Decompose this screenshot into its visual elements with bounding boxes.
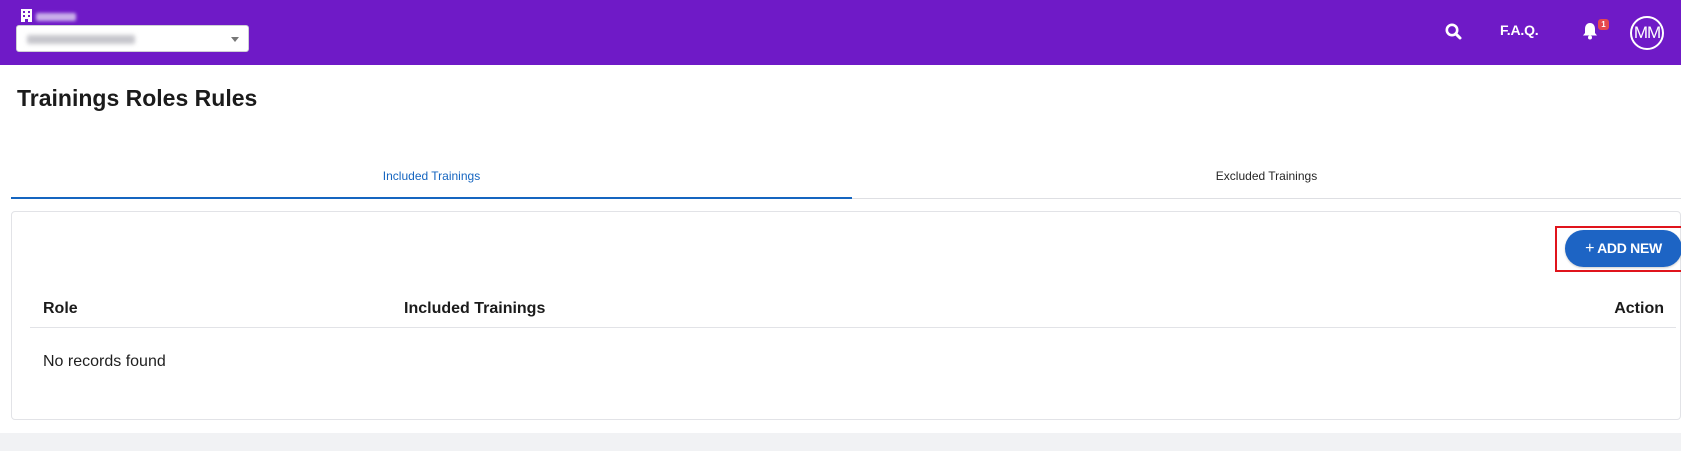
- org-selector[interactable]: [16, 25, 249, 52]
- bell-icon[interactable]: [1580, 21, 1600, 41]
- notification-badge: 1: [1598, 19, 1609, 30]
- avatar[interactable]: MM: [1630, 16, 1664, 50]
- add-new-label: ADD NEW: [1597, 240, 1662, 256]
- building-icon: [20, 9, 33, 22]
- org-selector-value: [27, 35, 135, 44]
- main-content: Trainings Roles Rules Included Trainings…: [0, 65, 1681, 433]
- faq-link[interactable]: F.A.Q.: [1500, 22, 1539, 38]
- chevron-down-icon: [231, 37, 239, 42]
- rules-card: + ADD NEW Role Included Trainings Action …: [11, 211, 1681, 420]
- page-footer-area: [0, 433, 1681, 451]
- column-header-role[interactable]: Role: [43, 300, 78, 318]
- add-new-button[interactable]: + ADD NEW: [1565, 230, 1681, 267]
- empty-state-text: No records found: [43, 353, 166, 370]
- search-icon[interactable]: [1444, 22, 1464, 42]
- tab-included-trainings[interactable]: Included Trainings: [11, 160, 852, 199]
- top-bar: F.A.Q. 1 MM: [0, 0, 1681, 65]
- column-header-included-trainings[interactable]: Included Trainings: [404, 300, 545, 318]
- table-header: Role Included Trainings Action: [30, 292, 1676, 328]
- plus-icon: +: [1585, 240, 1595, 257]
- tab-excluded-trainings[interactable]: Excluded Trainings: [852, 160, 1681, 199]
- column-header-action: Action: [1614, 300, 1664, 317]
- tab-bar: Included Trainings Excluded Trainings: [11, 160, 1681, 199]
- page-title: Trainings Roles Rules: [17, 85, 258, 111]
- org-name-redacted: [36, 13, 76, 21]
